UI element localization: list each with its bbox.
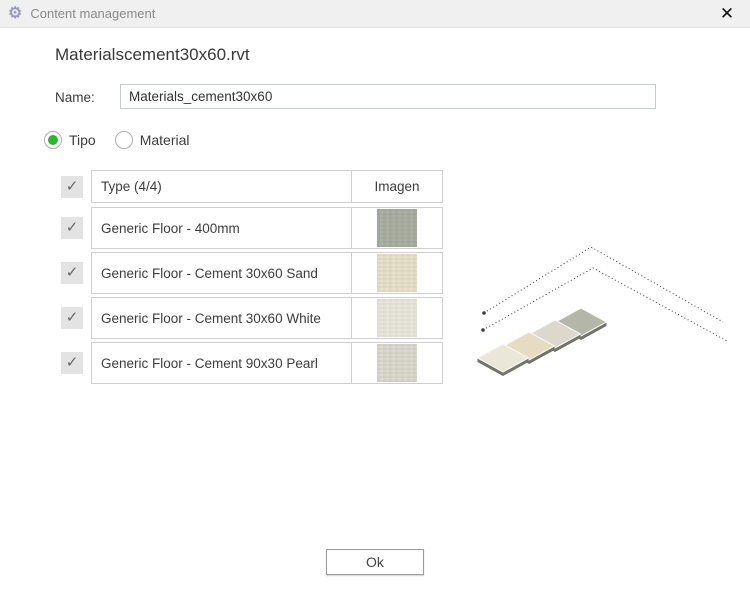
preview-dashed-line [482, 267, 728, 342]
image-cell [352, 253, 442, 293]
table-row[interactable]: ✓ Generic Floor - Cement 90x30 Pearl [61, 342, 443, 384]
row-checkbox[interactable]: ✓ [61, 307, 83, 329]
table-header-row: ✓ Type (4/4) Imagen [61, 170, 443, 203]
page-title: Materialscement30x60.rvt [55, 45, 250, 64]
check-icon: ✓ [65, 264, 79, 281]
row-checkbox[interactable]: ✓ [61, 217, 83, 239]
image-column-header: Imagen [374, 179, 420, 194]
name-input[interactable] [120, 84, 656, 109]
image-cell [352, 208, 442, 248]
type-cell-label: Generic Floor - Cement 30x60 Sand [92, 253, 352, 293]
radio-material-label: Material [139, 132, 190, 148]
type-column-header: Type (4/4) [92, 171, 352, 202]
preview-3d [476, 246, 728, 376]
row-checkbox[interactable]: ✓ [61, 262, 83, 284]
type-cell-label: Generic Floor - Cement 30x60 White [92, 298, 352, 338]
name-label: Name: [55, 90, 95, 105]
ok-button[interactable]: Ok [326, 549, 424, 575]
image-cell [352, 298, 442, 338]
type-cell-label: Generic Floor - Cement 90x30 Pearl [92, 343, 352, 383]
row-checkbox[interactable]: ✓ [61, 352, 83, 374]
radio-group: Tipo Material [44, 131, 190, 149]
check-icon: ✓ [65, 309, 79, 326]
select-all-checkbox[interactable]: ✓ [61, 175, 83, 198]
title-bar[interactable]: ⚙ Content management ✕ [0, 0, 750, 28]
image-thumbnail [377, 254, 417, 292]
check-icon: ✓ [65, 177, 79, 195]
types-table: ✓ Type (4/4) Imagen ✓ Generic Floor - 40… [61, 170, 443, 387]
preview-dashed-line [483, 246, 724, 323]
type-cell-label: Generic Floor - 400mm [92, 208, 352, 248]
table-rows: ✓ Generic Floor - 400mm ✓ Generic Floor … [61, 207, 443, 384]
check-icon: ✓ [65, 219, 79, 236]
image-cell [352, 343, 442, 383]
radio-tipo-label: Tipo [69, 132, 96, 148]
image-thumbnail [377, 209, 417, 247]
radio-tipo[interactable]: Tipo [44, 131, 96, 149]
table-row[interactable]: ✓ Generic Floor - Cement 30x60 White [61, 297, 443, 339]
preview-endpoint-dot [481, 328, 485, 332]
radio-material-circle [114, 131, 133, 149]
check-icon: ✓ [65, 354, 79, 371]
image-thumbnail [377, 344, 417, 382]
content-management-dialog: { "window": { "title": "Content manageme… [0, 0, 750, 600]
close-icon[interactable]: ✕ [716, 3, 738, 25]
radio-tipo-circle [44, 131, 62, 149]
image-thumbnail [377, 299, 417, 337]
gear-icon: ⚙ [8, 4, 23, 22]
radio-material[interactable]: Material [114, 131, 190, 149]
table-row[interactable]: ✓ Generic Floor - 400mm [61, 207, 443, 249]
preview-endpoint-dot [482, 311, 486, 315]
table-row[interactable]: ✓ Generic Floor - Cement 30x60 Sand [61, 252, 443, 294]
window-title: Content management [30, 6, 156, 21]
